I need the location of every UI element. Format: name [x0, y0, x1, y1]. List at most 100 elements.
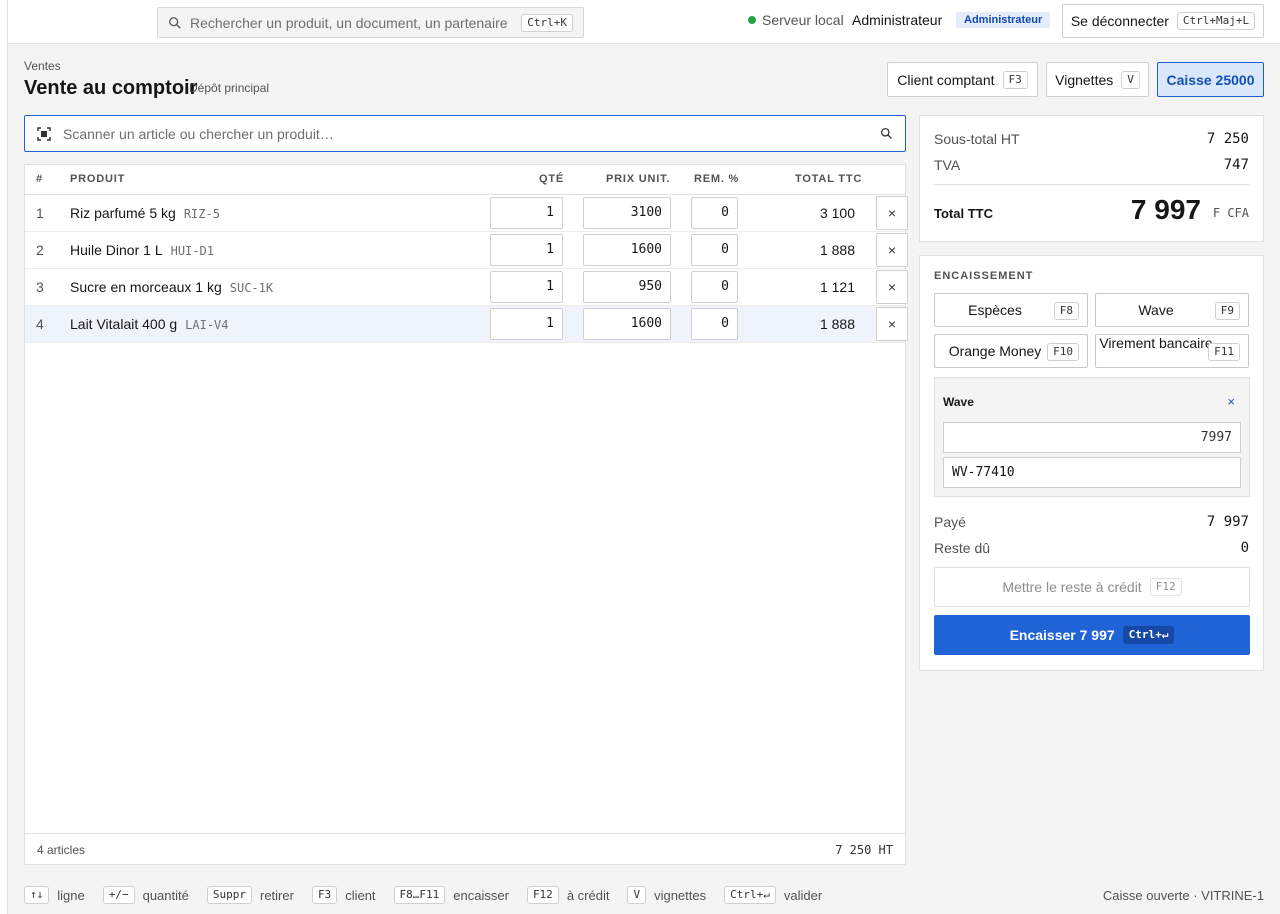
pay-virement-button[interactable]: Virement bancaire F11: [1095, 334, 1249, 368]
row-total: 3 100: [819, 205, 855, 221]
depot-label: Dépôt principal: [189, 81, 270, 95]
shortcut-key: F3: [311, 886, 338, 904]
shortcut-key: +/−: [102, 886, 135, 904]
pay-method-shortcut: F8: [1053, 302, 1079, 320]
close-icon[interactable]: ×: [1227, 394, 1235, 409]
col-discount: REM. %: [694, 173, 740, 185]
paid-value: 7 997: [1206, 514, 1249, 530]
qty-input[interactable]: 1: [490, 234, 563, 266]
caisse-button-label: Caisse 25000: [1166, 71, 1255, 88]
global-search-shortcut: Ctrl+K: [521, 13, 573, 32]
vignettes-button[interactable]: Vignettes V: [1046, 62, 1149, 97]
due-value: 0: [1240, 540, 1249, 556]
remove-row-button[interactable]: ×: [876, 307, 908, 341]
shortcut-key: F8…F11: [393, 886, 446, 904]
shortcut-hint: +/− quantité: [102, 886, 189, 904]
shortcut-label: à crédit: [566, 887, 610, 903]
shortcut-label: retirer: [259, 887, 294, 903]
breadcrumb[interactable]: Ventes: [24, 59, 61, 73]
server-status: Serveur local: [748, 12, 844, 28]
shortcut-hint: F12 à crédit: [526, 886, 610, 904]
shortcut-hint: F8…F11 encaisser: [393, 886, 509, 904]
product-code: LAI-V4: [185, 318, 229, 332]
item-count: 4 articles: [37, 843, 86, 857]
row-number: 2: [36, 242, 44, 258]
shortcut-label: ligne: [57, 887, 85, 903]
search-icon[interactable]: [880, 127, 893, 140]
table-row-selected[interactable]: 4 Lait Vitalait 400 g LAI-V4 1 1600 0 1 8…: [25, 306, 908, 343]
shortcut-bar: ↑↓ ligne +/− quantité Suppr retirer F3 clien…: [24, 886, 840, 904]
unit-price-input[interactable]: 1600: [583, 308, 671, 340]
scan-placeholder: Scanner un article ou chercher un produi…: [63, 125, 334, 142]
encaisser-shortcut: Ctrl+↵: [1122, 626, 1175, 644]
product-name-text: Huile Dinor 1 L: [70, 242, 163, 258]
col-num: #: [36, 173, 43, 185]
logout-button[interactable]: Se déconnecter Ctrl+Maj+L: [1062, 4, 1264, 38]
tva-value: 747: [1223, 157, 1249, 173]
caisse-button[interactable]: Caisse 25000: [1157, 62, 1264, 97]
pay-method-label: Espèces: [968, 302, 1022, 318]
credit-shortcut: F12: [1149, 578, 1182, 596]
shortcut-label: vignettes: [654, 887, 707, 903]
row-total: 1 121: [819, 279, 855, 295]
discount-input[interactable]: 0: [691, 234, 738, 266]
discount-input[interactable]: 0: [691, 271, 738, 303]
unit-price-input[interactable]: 1600: [583, 234, 671, 266]
table-row[interactable]: 3 Sucre en morceaux 1 kg SUC-1K 1 950 0 1…: [25, 269, 908, 306]
server-status-label: Serveur local: [762, 12, 844, 28]
status-dot-icon: [748, 16, 756, 24]
cart-table: # PRODUIT QTÉ PRIX UNIT. REM. % TOTAL TT…: [24, 164, 908, 865]
scan-input[interactable]: Scanner un article ou chercher un produi…: [24, 115, 906, 152]
totals-panel: Sous-total HT 7 250 TVA 747 Total TTC 7 …: [919, 115, 1264, 242]
encaisser-button[interactable]: Encaisser 7 997 Ctrl+↵: [934, 615, 1250, 655]
unit-price-input[interactable]: 950: [583, 271, 671, 303]
remove-row-button[interactable]: ×: [876, 270, 908, 304]
register-status: Caisse ouverte · VITRINE-1: [1102, 888, 1264, 903]
credit-button[interactable]: Mettre le reste à crédit F12: [934, 567, 1250, 607]
table-row[interactable]: 1 Riz parfumé 5 kg RIZ-5 1 3100 0 3 100 ×: [25, 195, 908, 232]
shortcut-label: valider: [783, 887, 823, 903]
client-button-label: Client comptant: [897, 71, 995, 88]
remove-row-button[interactable]: ×: [876, 233, 908, 267]
tva-label: TVA: [934, 157, 961, 173]
product-code: SUC-1K: [229, 281, 274, 295]
pay-method-label: Virement bancaire: [1099, 335, 1213, 351]
pay-method-label: Orange Money: [948, 343, 1042, 359]
global-search-input[interactable]: Rechercher un produit, un document, un p…: [157, 7, 584, 38]
table-header: # PRODUIT QTÉ PRIX UNIT. REM. % TOTAL TT…: [25, 165, 905, 195]
qty-input[interactable]: 1: [490, 308, 563, 340]
product-name-text: Riz parfumé 5 kg: [70, 205, 176, 221]
table-row[interactable]: 2 Huile Dinor 1 L HUI-D1 1 1600 0 1 888 ×: [25, 232, 908, 269]
shortcut-key: Suppr: [206, 886, 252, 904]
wave-line-title: Wave: [943, 395, 974, 409]
credit-label: Mettre le reste à crédit: [1002, 579, 1142, 595]
pay-wave-button[interactable]: Wave F9: [1095, 293, 1249, 327]
wave-reference-input[interactable]: WV-77410: [943, 457, 1241, 488]
qty-input[interactable]: 1: [490, 197, 563, 229]
footer-total-ht: 7 250 HT: [835, 843, 893, 857]
discount-input[interactable]: 0: [691, 197, 738, 229]
discount-input[interactable]: 0: [691, 308, 738, 340]
shortcut-label: quantité: [142, 887, 189, 903]
role-badge: Administrateur: [956, 12, 1051, 28]
shortcut-key: F12: [526, 886, 559, 904]
product-name: Lait Vitalait 400 g LAI-V4: [70, 316, 229, 332]
pay-orange-money-button[interactable]: Orange Money F10: [934, 334, 1088, 368]
pay-method-shortcut: F9: [1214, 302, 1240, 320]
currency-label: F CFA: [1212, 206, 1249, 220]
client-button[interactable]: Client comptant F3: [887, 62, 1038, 97]
qty-input[interactable]: 1: [490, 271, 563, 303]
shortcut-key: ↑↓: [24, 886, 50, 904]
remove-row-button[interactable]: ×: [876, 196, 908, 230]
barcode-scan-icon: [37, 126, 51, 141]
unit-price-input[interactable]: 3100: [583, 197, 671, 229]
pay-method-label: Wave: [1138, 302, 1174, 318]
row-number: 1: [36, 205, 44, 221]
vignettes-shortcut: V: [1121, 70, 1140, 89]
col-qty: QTÉ: [539, 173, 565, 185]
pay-especes-button[interactable]: Espèces F8: [934, 293, 1088, 327]
subtotal-value: 7 250: [1206, 131, 1249, 147]
divider: [934, 184, 1249, 185]
wave-amount-input[interactable]: 7997: [943, 422, 1241, 453]
row-number: 3: [36, 279, 44, 295]
